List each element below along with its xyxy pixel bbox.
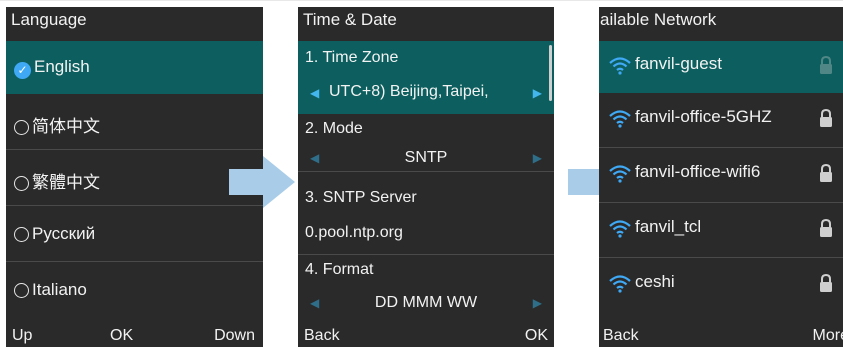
softkey-back[interactable]: Back <box>603 325 639 347</box>
network-name: fanvil-guest <box>635 54 722 73</box>
mode-label: 2. Mode <box>305 120 363 137</box>
language-item-traditional-chinese[interactable]: 繁體中文 <box>6 150 263 206</box>
top-divider <box>0 0 843 1</box>
flow-arrow-icon <box>229 156 295 208</box>
language-label: Italiano <box>32 280 87 299</box>
wifi-icon <box>609 165 631 183</box>
softkey-up[interactable]: Up <box>12 325 32 347</box>
network-name: ceshi <box>635 272 675 291</box>
softkey-more[interactable]: More <box>813 325 843 347</box>
language-screen: Language ✓ English 简体中文 繁體中文 Русский Ital… <box>6 7 263 347</box>
screen-title: Time & Date <box>303 10 397 29</box>
format-label-row: 4. Format <box>298 256 554 283</box>
wifi-icon <box>609 275 631 293</box>
language-item-italian[interactable]: Italiano <box>6 262 263 318</box>
radio-icon <box>14 176 29 191</box>
sntp-server-label-row: 3. SNTP Server <box>298 184 554 211</box>
sntp-server-value: 0.pool.ntp.org <box>305 224 403 241</box>
softkey-ok[interactable]: OK <box>525 325 548 347</box>
language-item-simplified-chinese[interactable]: 简体中文 <box>6 94 263 150</box>
network-item[interactable]: fanvil-office-wifi6 <box>599 148 843 203</box>
language-item-english[interactable]: ✓ English <box>6 41 263 94</box>
right-arrow-icon[interactable]: ▶ <box>533 86 542 100</box>
right-arrow-icon[interactable]: ▶ <box>533 145 542 172</box>
language-label: Русский <box>32 224 96 243</box>
time-zone-value: UTC+8) Beijing,Taipei, <box>329 83 489 100</box>
softkey-back[interactable]: Back <box>304 325 340 347</box>
sntp-server-field[interactable]: 0.pool.ntp.org <box>298 219 554 255</box>
wifi-icon <box>609 220 631 238</box>
network-item[interactable]: fanvil-guest <box>599 41 843 93</box>
softkey-bar: Up OK Down <box>6 325 263 347</box>
softkey-bar: Back More <box>599 325 843 347</box>
sntp-server-label: 3. SNTP Server <box>305 189 417 206</box>
mode-label-row: 2. Mode <box>298 115 554 142</box>
format-label: 4. Format <box>305 261 374 278</box>
softkey-bar: Back OK <box>298 325 554 347</box>
language-item-russian[interactable]: Русский <box>6 206 263 262</box>
wifi-icon <box>609 57 631 75</box>
network-name: fanvil-office-5GHZ <box>635 107 772 126</box>
lock-icon <box>820 109 832 127</box>
time-date-screen: Time & Date 1. Time Zone ◀ UTC+8) Beijin… <box>298 7 554 347</box>
language-label: 简体中文 <box>32 117 100 136</box>
language-label: 繁體中文 <box>32 173 100 192</box>
language-label: English <box>34 57 90 76</box>
left-arrow-icon[interactable]: ◀ <box>310 86 319 100</box>
time-zone-label: 1. Time Zone <box>305 49 399 66</box>
right-arrow-icon[interactable]: ▶ <box>533 290 542 317</box>
format-selector[interactable]: ◀ DD MMM WW ▶ <box>298 289 554 316</box>
time-zone-setting[interactable]: 1. Time Zone ◀ UTC+8) Beijing,Taipei, ▶ <box>298 41 554 114</box>
network-item[interactable]: ceshi <box>599 258 843 318</box>
network-name: fanvil-office-wifi6 <box>635 162 761 181</box>
screen-title: Language <box>11 10 87 29</box>
network-name: fanvil_tcl <box>635 217 702 236</box>
mode-value: SNTP <box>404 149 448 166</box>
lock-icon <box>820 219 832 237</box>
network-screen: ailable Network fanvil-guest fanvil-offi… <box>599 7 843 347</box>
radio-icon <box>14 283 29 298</box>
network-item[interactable]: fanvil-office-5GHZ <box>599 93 843 148</box>
format-value: DD MMM WW <box>374 294 478 311</box>
scrollbar[interactable] <box>549 45 552 101</box>
wifi-icon <box>609 110 631 128</box>
lock-icon <box>820 164 832 182</box>
lock-icon <box>820 56 832 74</box>
softkey-ok[interactable]: OK <box>110 325 133 347</box>
mode-selector[interactable]: ◀ SNTP ▶ <box>298 144 554 172</box>
lock-icon <box>820 274 832 292</box>
screen-title: ailable Network <box>600 10 717 29</box>
softkey-down[interactable]: Down <box>214 325 255 347</box>
radio-icon <box>14 120 29 135</box>
check-icon: ✓ <box>14 62 31 79</box>
network-item[interactable]: fanvil_tcl <box>599 203 843 258</box>
radio-icon <box>14 227 29 242</box>
